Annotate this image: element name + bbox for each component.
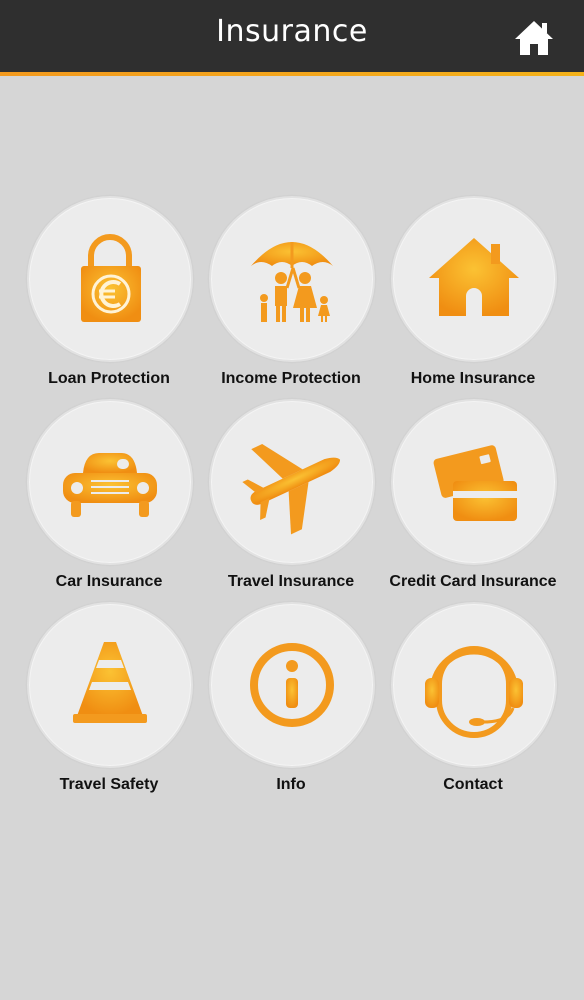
tile-circle [209, 602, 375, 768]
house-icon [429, 238, 519, 316]
tile-home-insurance[interactable]: Home Insurance [383, 196, 563, 392]
tile-income-protection[interactable]: Income Protection [201, 196, 381, 392]
tile-credit-card-insurance[interactable]: Credit Card Insurance [383, 399, 563, 595]
tile-label: Loan Protection [48, 370, 170, 387]
tile-travel-safety[interactable]: Travel Safety [19, 602, 199, 798]
tile-circle [391, 196, 557, 362]
tile-car-insurance[interactable]: Car Insurance [19, 399, 199, 595]
tile-label: Credit Card Insurance [389, 573, 557, 590]
tile-label: Travel Insurance [227, 573, 355, 590]
tile-travel-insurance[interactable]: Travel Insurance [201, 399, 381, 595]
tile-info[interactable]: Info [201, 602, 381, 798]
tile-label: Info [276, 776, 306, 793]
tile-circle [391, 399, 557, 565]
tile-circle [27, 196, 193, 362]
header-accent-bar [0, 72, 584, 76]
headset-icon [425, 646, 523, 738]
tile-label: Income Protection [221, 370, 361, 387]
tile-label: Home Insurance [410, 370, 536, 387]
app-header: Insurance [0, 0, 584, 72]
airplane-icon [242, 444, 341, 535]
tile-label: Contact [443, 776, 503, 793]
info-icon [250, 643, 334, 727]
credit-cards-icon [433, 445, 517, 521]
page-title: Insurance [216, 14, 368, 49]
family-umbrella-icon [251, 242, 333, 322]
tile-circle [27, 399, 193, 565]
car-icon [63, 453, 157, 517]
tile-circle [209, 399, 375, 565]
tile-contact[interactable]: Contact [383, 602, 563, 798]
tile-loan-protection[interactable]: Loan Protection [19, 196, 199, 392]
traffic-cone-icon [73, 642, 147, 723]
tile-label: Travel Safety [59, 776, 159, 793]
euro-lock-icon [81, 234, 141, 322]
tile-circle [391, 602, 557, 768]
tile-circle [209, 196, 375, 362]
home-button[interactable] [514, 19, 554, 57]
tile-circle [27, 602, 193, 768]
tile-label: Car Insurance [55, 573, 163, 590]
home-icon [515, 21, 553, 55]
